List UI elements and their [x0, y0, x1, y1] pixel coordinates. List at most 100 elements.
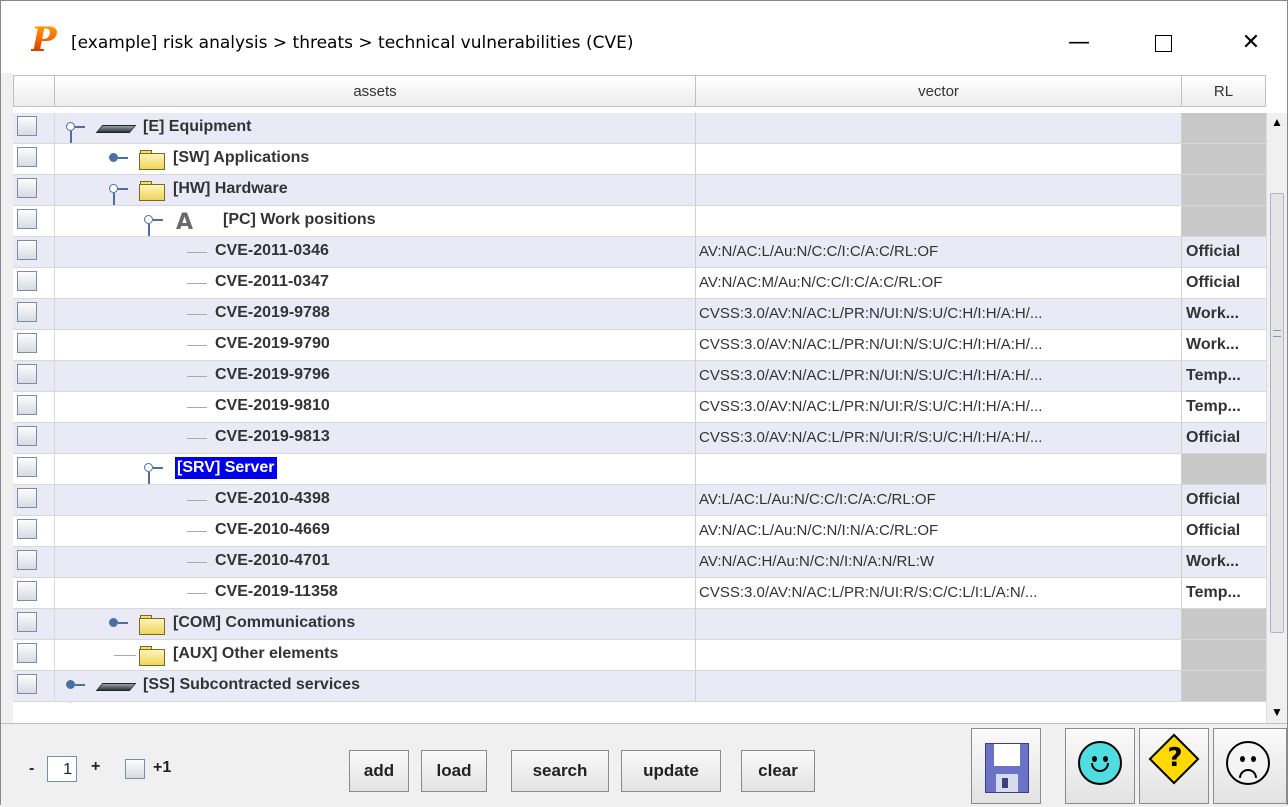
- vector-cell: CVSS:3.0/AV:N/AC:L/PR:N/UI:R/S:U/C:H/I:H…: [699, 398, 1043, 415]
- app-logo: P: [31, 20, 57, 60]
- maximize-button[interactable]: [1141, 23, 1185, 63]
- ok-button[interactable]: [1065, 728, 1135, 804]
- table-row[interactable]: CVE-2019-9810 CVSS:3.0/AV:N/AC:L/PR:N/UI…: [13, 392, 1266, 423]
- maximize-icon: [1154, 35, 1172, 52]
- update-button[interactable]: update: [621, 750, 721, 792]
- table-row[interactable]: CVE-2010-4701 AV:N/AC:H/Au:N/C:N/I:N/A:N…: [13, 547, 1266, 578]
- add-button[interactable]: add: [349, 750, 409, 792]
- row-checkbox[interactable]: [17, 643, 37, 663]
- vector-cell: CVSS:3.0/AV:N/AC:L/PR:N/UI:N/S:U/C:H/I:H…: [699, 305, 1043, 322]
- scroll-up-icon[interactable]: ▲: [1270, 115, 1284, 129]
- rl-cell: [1182, 206, 1266, 237]
- clear-button[interactable]: clear: [741, 750, 815, 792]
- rl-cell: Work...: [1186, 305, 1240, 322]
- row-checkbox[interactable]: [17, 550, 37, 570]
- row-checkbox[interactable]: [17, 240, 37, 260]
- row-label: [AUX] Other elements: [173, 645, 339, 662]
- expand-toggle-icon[interactable]: [109, 153, 128, 163]
- table-row[interactable]: A [PC] Work positions: [13, 206, 1266, 237]
- row-checkbox[interactable]: [17, 426, 37, 446]
- table-row[interactable]: CVE-2019-9790 CVSS:3.0/AV:N/AC:L/PR:N/UI…: [13, 330, 1266, 361]
- vector-cell: CVSS:3.0/AV:N/AC:L/PR:N/UI:N/S:U/C:H/I:H…: [699, 336, 1043, 353]
- expand-toggle-icon[interactable]: [109, 618, 128, 628]
- rl-cell: Work...: [1186, 336, 1240, 353]
- column-header-rl[interactable]: RL: [1182, 75, 1266, 107]
- row-checkbox[interactable]: [17, 612, 37, 632]
- row-checkbox[interactable]: [17, 116, 37, 136]
- table-row[interactable]: CVE-2010-4669 AV:N/AC:L/Au:N/C:N/I:N/A:C…: [13, 516, 1266, 547]
- row-label: CVE-2019-9796: [215, 366, 330, 383]
- table-row[interactable]: CVE-2019-9813 CVSS:3.0/AV:N/AC:L/PR:N/UI…: [13, 423, 1266, 454]
- row-checkbox[interactable]: [17, 519, 37, 539]
- column-header-vector[interactable]: vector: [696, 75, 1182, 107]
- rl-cell: Official: [1186, 491, 1241, 508]
- row-checkbox[interactable]: [17, 364, 37, 384]
- collapse-toggle-icon[interactable]: [144, 463, 163, 484]
- collapse-toggle-icon[interactable]: [144, 215, 163, 236]
- row-checkbox[interactable]: [17, 147, 37, 167]
- table-row[interactable]: [AUX] Other elements: [13, 640, 1266, 671]
- table-row[interactable]: [HW] Hardware: [13, 175, 1266, 206]
- vector-cell: AV:N/AC:L/Au:N/C:N/I:N/A:C/RL:OF: [699, 522, 939, 539]
- smiley-happy-icon: [1078, 741, 1122, 785]
- cancel-button[interactable]: [1213, 728, 1287, 804]
- row-label: [E] Equipment: [143, 118, 252, 135]
- expand-toggle-icon[interactable]: [66, 680, 85, 690]
- table-row[interactable]: [SW] Applications: [13, 144, 1266, 175]
- vertical-scrollbar[interactable]: ▲ ▼: [1266, 113, 1287, 723]
- load-button[interactable]: load: [421, 750, 487, 792]
- table-row[interactable]: CVE-2019-9796 CVSS:3.0/AV:N/AC:L/PR:N/UI…: [13, 361, 1266, 392]
- row-checkbox[interactable]: [17, 674, 37, 694]
- row-checkbox[interactable]: [17, 209, 37, 229]
- rl-cell: Temp...: [1186, 367, 1241, 384]
- level-input[interactable]: 1: [47, 756, 77, 782]
- table-row-selected[interactable]: A [SRV] Server: [13, 454, 1266, 485]
- app-window: P [example] risk analysis > threats > te…: [0, 0, 1288, 807]
- row-checkbox[interactable]: [17, 333, 37, 353]
- column-header-assets[interactable]: assets: [55, 75, 696, 107]
- title-bar: P [example] risk analysis > threats > te…: [1, 1, 1287, 73]
- vector-cell: AV:N/AC:H/Au:N/C:N/I:N/A:N/RL:W: [699, 553, 935, 570]
- table-row[interactable]: [COM] Communications: [13, 609, 1266, 640]
- search-button[interactable]: search: [511, 750, 609, 792]
- row-checkbox[interactable]: [17, 395, 37, 415]
- rl-cell: Temp...: [1186, 584, 1241, 601]
- help-button[interactable]: ?: [1139, 728, 1209, 804]
- close-button[interactable]: ✕: [1229, 23, 1273, 63]
- rl-cell: Official: [1186, 243, 1241, 260]
- row-label: [SS] Subcontracted services: [143, 676, 360, 693]
- table-row[interactable]: CVE-2011-0346 AV:N/AC:L/Au:N/C:C/I:C/A:C…: [13, 237, 1266, 268]
- collapse-toggle-icon[interactable]: [109, 184, 128, 205]
- table-row[interactable]: CVE-2019-11358 CVSS:3.0/AV:N/AC:L/PR:N/U…: [13, 578, 1266, 609]
- services-icon: [95, 683, 137, 691]
- scrollbar-thumb[interactable]: [1270, 193, 1284, 633]
- rl-cell: Official: [1186, 429, 1241, 446]
- row-checkbox[interactable]: [17, 488, 37, 508]
- scroll-down-icon[interactable]: ▼: [1270, 705, 1284, 719]
- level-decrease-button[interactable]: -: [29, 760, 34, 778]
- save-button[interactable]: [971, 728, 1041, 804]
- row-label: CVE-2019-9810: [215, 397, 330, 414]
- table-row[interactable]: [E] Equipment: [13, 113, 1266, 144]
- rl-cell: [1182, 454, 1266, 485]
- table-row[interactable]: CVE-2010-4398 AV:L/AC:L/Au:N/C:C/I:C/A:C…: [13, 485, 1266, 516]
- row-label: CVE-2010-4669: [215, 521, 330, 538]
- table-header: assets vector RL: [13, 75, 1287, 107]
- plus-one-checkbox[interactable]: [125, 759, 145, 779]
- row-label: CVE-2019-11358: [215, 583, 338, 600]
- collapse-toggle-icon[interactable]: [66, 122, 85, 143]
- row-checkbox[interactable]: [17, 457, 37, 477]
- level-increase-button[interactable]: +: [91, 758, 100, 776]
- table-row[interactable]: [SS] Subcontracted services: [13, 671, 1266, 702]
- smiley-sad-icon: [1226, 741, 1270, 785]
- table-row[interactable]: CVE-2019-9788 CVSS:3.0/AV:N/AC:L/PR:N/UI…: [13, 299, 1266, 330]
- row-label: CVE-2010-4701: [215, 552, 330, 569]
- minimize-button[interactable]: —: [1057, 23, 1101, 63]
- row-checkbox[interactable]: [17, 271, 37, 291]
- row-checkbox[interactable]: [17, 302, 37, 322]
- rl-cell: Temp...: [1186, 398, 1241, 415]
- row-checkbox[interactable]: [17, 178, 37, 198]
- row-label: CVE-2019-9813: [215, 428, 330, 445]
- row-checkbox[interactable]: [17, 581, 37, 601]
- table-row[interactable]: CVE-2011-0347 AV:N/AC:M/Au:N/C:C/I:C/A:C…: [13, 268, 1266, 299]
